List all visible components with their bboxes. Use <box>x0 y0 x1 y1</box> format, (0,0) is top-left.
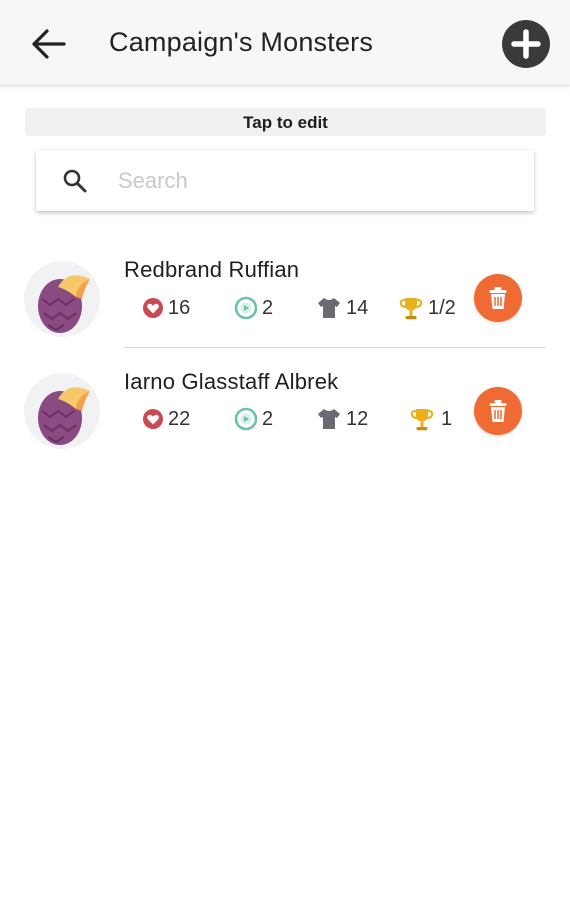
hp-value: 16 <box>168 296 191 319</box>
hp-value: 22 <box>168 407 191 430</box>
heart-icon <box>143 298 163 318</box>
armor-stat: 12 <box>316 406 368 432</box>
tap-to-edit-hint: Tap to edit <box>25 108 546 136</box>
speed-stat: 2 <box>234 295 273 321</box>
search-icon <box>63 169 87 193</box>
challenge-value: 1 <box>441 407 453 430</box>
delete-monster-button[interactable] <box>474 274 522 322</box>
speed-stat: 2 <box>234 406 273 432</box>
trophy-icon <box>399 298 423 320</box>
armor-value: 14 <box>346 296 369 319</box>
delete-monster-button[interactable] <box>474 387 522 435</box>
challenge-stat: 1/2 <box>398 295 456 321</box>
monster-avatar <box>24 373 100 449</box>
search-bar <box>36 150 534 211</box>
trophy-icon <box>410 409 434 431</box>
hp-stat: 16 <box>142 295 190 321</box>
dragon-egg-icon <box>38 275 90 333</box>
armor-shirt-icon <box>318 298 340 318</box>
trash-icon <box>489 400 507 422</box>
plus-circle-icon <box>511 29 541 59</box>
list-item[interactable]: Redbrand Ruffian 16 2 14 1/2 <box>0 250 570 350</box>
speed-icon <box>234 296 258 320</box>
hp-stat: 22 <box>142 406 190 432</box>
speed-icon <box>234 407 258 431</box>
armor-value: 12 <box>346 407 369 430</box>
monster-avatar <box>24 261 100 337</box>
monster-name: Iarno Glasstaff Albrek <box>124 369 339 394</box>
app-bar: Campaign's Monsters <box>0 0 570 86</box>
add-monster-button[interactable] <box>502 20 550 68</box>
page-title: Campaign's Monsters <box>109 27 374 57</box>
challenge-stat: 1 <box>409 406 452 432</box>
dragon-egg-icon <box>38 387 90 445</box>
list-item[interactable]: Iarno Glasstaff Albrek 22 2 12 1 <box>0 362 570 462</box>
heart-icon <box>143 409 163 429</box>
arrow-back-icon <box>32 29 66 59</box>
monster-name: Redbrand Ruffian <box>124 257 300 282</box>
challenge-value: 1/2 <box>428 296 456 319</box>
speed-value: 2 <box>262 296 274 319</box>
search-input[interactable] <box>118 162 508 200</box>
armor-stat: 14 <box>316 295 368 321</box>
trash-icon <box>489 287 507 309</box>
armor-shirt-icon <box>318 409 340 429</box>
divider <box>124 347 546 348</box>
speed-value: 2 <box>262 407 274 430</box>
back-button[interactable] <box>28 26 68 62</box>
